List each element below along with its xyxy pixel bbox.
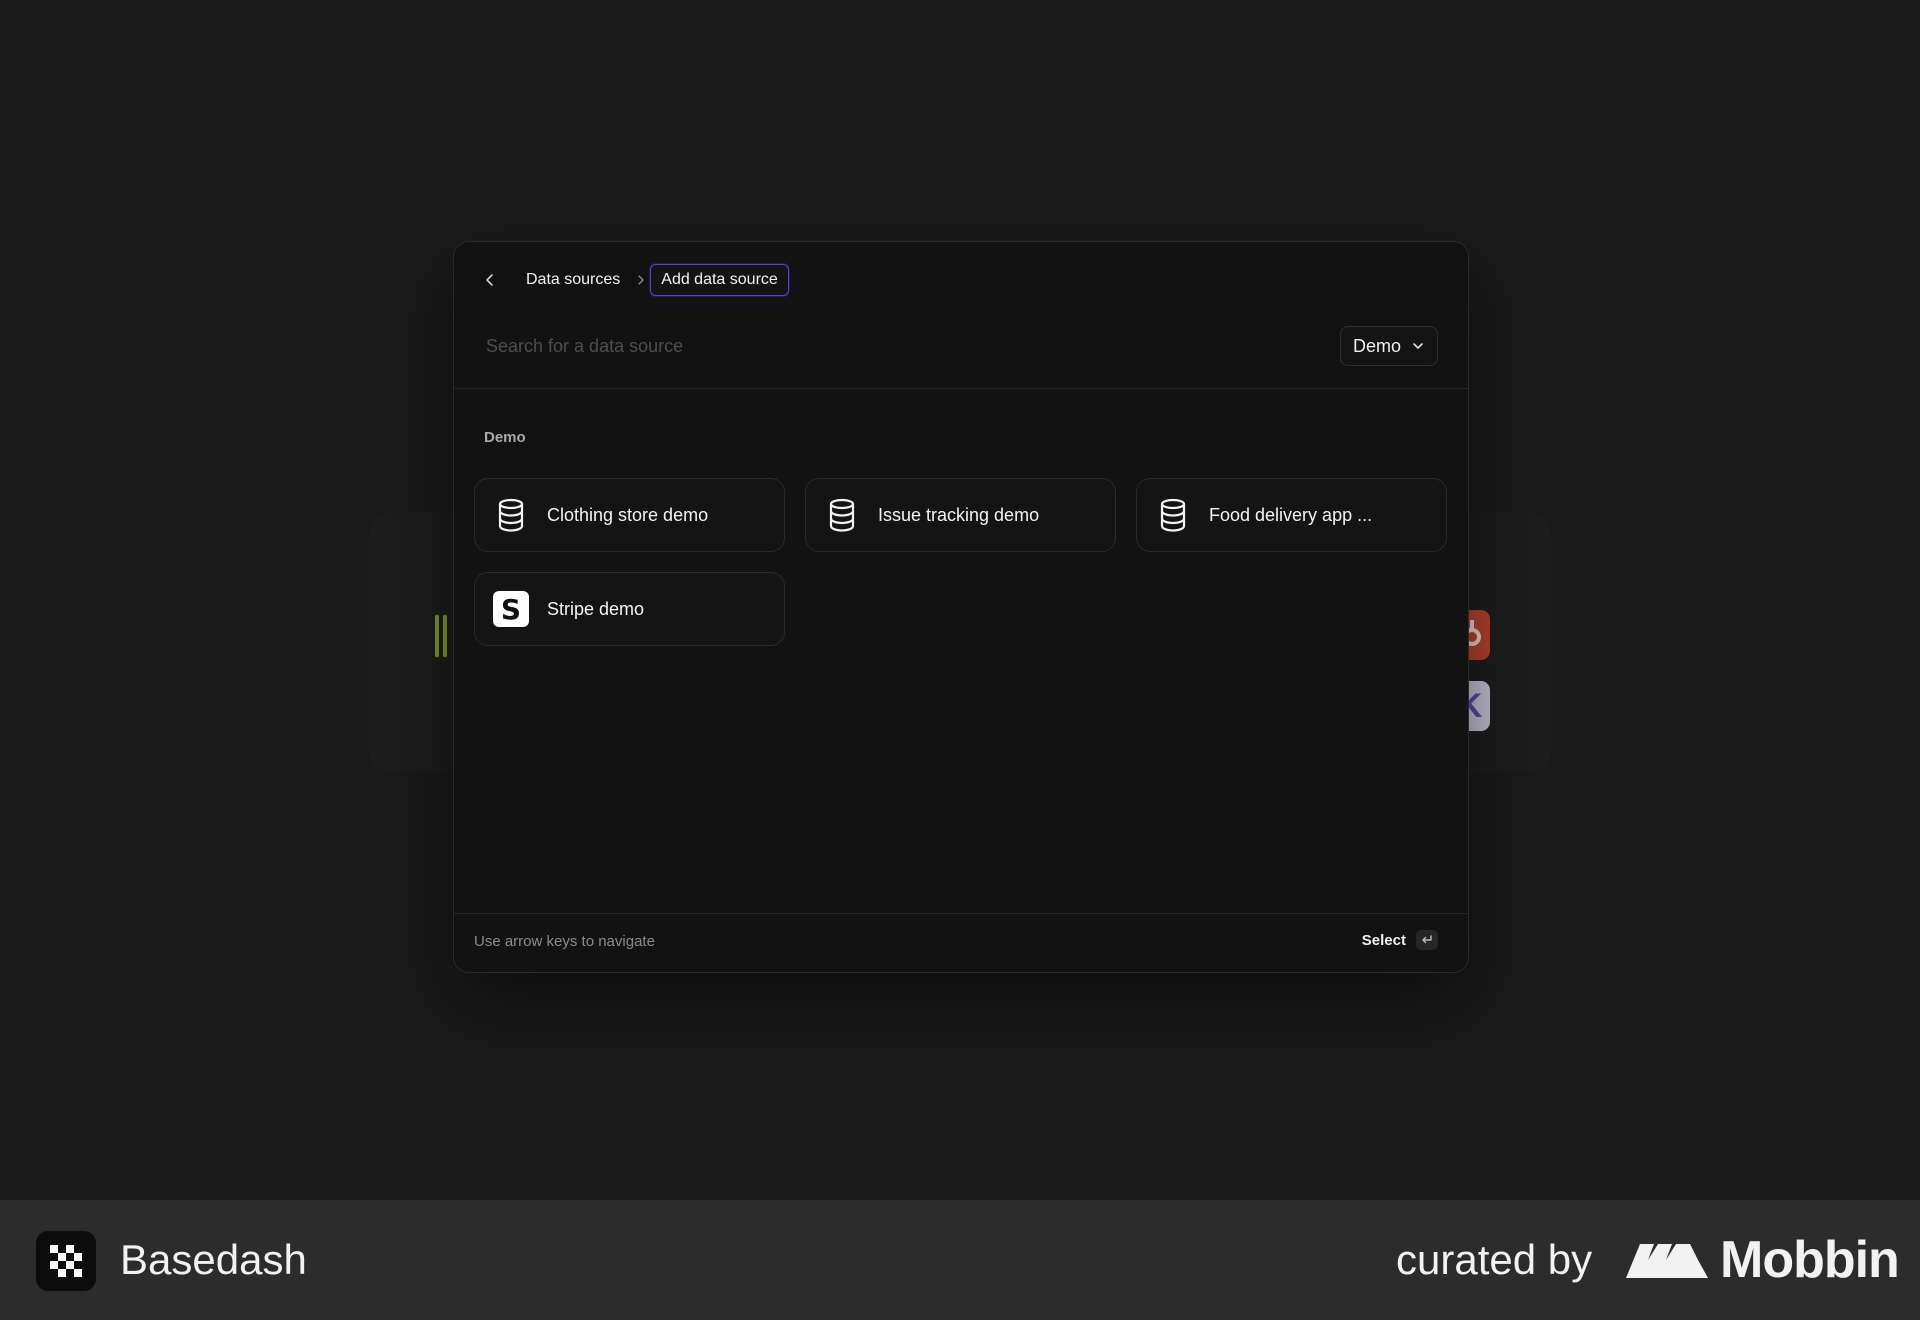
mobbin-logo: Mobbin xyxy=(1626,1230,1900,1290)
database-icon xyxy=(1155,497,1191,533)
data-source-label: Stripe demo xyxy=(547,598,645,619)
app-stage: K Data sources Add data source Demo xyxy=(0,0,1920,1200)
app-name: Basedash xyxy=(120,1236,307,1283)
chevron-left-icon xyxy=(486,274,493,286)
data-source-label: Issue tracking demo xyxy=(878,504,1040,525)
data-source-card-issue-tracking[interactable]: Issue tracking demo xyxy=(805,478,1116,552)
chevron-down-icon xyxy=(1413,343,1423,349)
section-label: Demo xyxy=(484,429,526,446)
select-label: Select xyxy=(1361,931,1406,949)
breadcrumb-data-sources[interactable]: Data sources xyxy=(516,265,630,295)
search-row: Demo xyxy=(454,312,1468,389)
data-source-label: Clothing store demo xyxy=(547,504,709,525)
breadcrumb: Data sources Add data source xyxy=(474,262,789,298)
data-source-card-clothing-store[interactable]: Clothing store demo xyxy=(474,478,785,552)
database-icon xyxy=(493,497,529,533)
mobbin-mark-icon xyxy=(1626,1244,1708,1278)
data-source-card-food-delivery[interactable]: Food delivery app ... xyxy=(1136,478,1447,552)
stripe-logo-glyph: S xyxy=(493,591,529,627)
filter-dropdown[interactable]: Demo xyxy=(1339,326,1438,366)
mobbin-wordmark: Mobbin xyxy=(1720,1231,1900,1289)
stripe-icon: S xyxy=(493,591,529,627)
add-data-source-modal: Data sources Add data source Demo Demo xyxy=(453,241,1469,973)
select-button[interactable]: Select xyxy=(1362,930,1438,950)
modal-footer: Use arrow keys to navigate Select xyxy=(454,913,1468,972)
enter-key-icon xyxy=(1416,930,1438,950)
data-source-label: Food delivery app ... xyxy=(1209,504,1373,525)
back-button[interactable] xyxy=(474,264,506,296)
database-icon xyxy=(824,497,860,533)
branding-bar: Basedash curated by Mobbin xyxy=(0,1200,1920,1320)
basedash-logo-icon xyxy=(36,1231,96,1291)
data-source-card-stripe[interactable]: S Stripe demo xyxy=(474,572,785,646)
search-input[interactable] xyxy=(484,328,1288,364)
breadcrumb-add-data-source[interactable]: Add data source xyxy=(650,264,789,296)
chevron-right-icon xyxy=(636,274,646,286)
background-bars-icon xyxy=(435,615,449,657)
curated-by-label: curated by xyxy=(1396,1236,1593,1283)
filter-dropdown-value: Demo xyxy=(1352,335,1401,356)
navigation-hint: Use arrow keys to navigate xyxy=(474,933,655,950)
